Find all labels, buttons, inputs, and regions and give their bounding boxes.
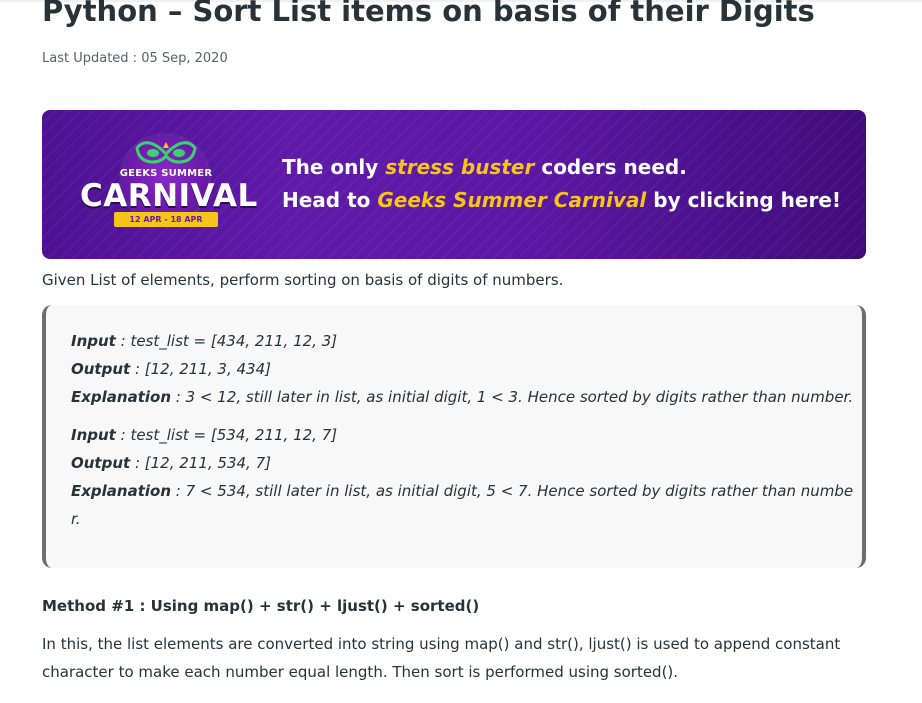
example-2-explanation: Explanation : 7 < 534, still later in li… <box>71 482 853 500</box>
output-label: Output <box>71 454 131 472</box>
explanation-label: Explanation <box>71 388 172 406</box>
intro-text: Given List of elements, perform sorting … <box>42 271 564 289</box>
banner-line-2-pre: Head to <box>282 188 378 212</box>
output-label: Output <box>71 360 131 378</box>
output-value: : [12, 211, 534, 7] <box>130 454 271 472</box>
example-block: Input : test_list = [434, 211, 12, 3] Ou… <box>42 305 866 568</box>
article-title: Python – Sort List items on basis of the… <box>42 0 815 28</box>
method-text-line-2: character to make each number equal leng… <box>42 663 679 681</box>
output-value: : [12, 211, 3, 434] <box>130 360 271 378</box>
method-heading: Method #1 : Using map() + str() + ljust(… <box>42 597 480 615</box>
input-label: Input <box>71 426 116 444</box>
example-1-input: Input : test_list = [434, 211, 12, 3] <box>71 332 337 350</box>
example-1-output: Output : [12, 211, 3, 434] <box>71 360 271 378</box>
example-2-explanation-wrap: r. <box>71 510 81 528</box>
banner-line-2: Head to Geeks Summer Carnival by clickin… <box>282 188 841 212</box>
banner-line-2-highlight: Geeks Summer Carnival <box>377 188 647 212</box>
logo-main-text: CARNIVAL <box>80 178 258 214</box>
banner-line-1-pre: The only <box>282 155 386 179</box>
input-value: : test_list = [434, 211, 12, 3] <box>115 332 338 350</box>
input-value: : test_list = [534, 211, 12, 7] <box>115 426 338 444</box>
last-updated: Last Updated : 05 Sep, 2020 <box>42 51 228 66</box>
explanation-value: : 3 < 12, still later in list, as initia… <box>171 388 854 406</box>
example-2-input: Input : test_list = [534, 211, 12, 7] <box>71 426 337 444</box>
banner-line-1: The only stress buster coders need. <box>282 155 687 179</box>
banner-line-1-post: coders need. <box>534 155 687 179</box>
input-label: Input <box>71 332 116 350</box>
explanation-value: : 7 < 534, still later in list, as initi… <box>171 482 854 500</box>
banner-line-2-post: by clicking here! <box>646 188 842 212</box>
example-1-explanation: Explanation : 3 < 12, still later in lis… <box>71 388 853 406</box>
logo-dates-ribbon: 12 APR - 18 APR <box>114 212 218 227</box>
method-text-line-1: In this, the list elements are converted… <box>42 635 841 653</box>
example-2-output: Output : [12, 211, 534, 7] <box>71 454 271 472</box>
summer-carnival-banner[interactable]: GEEKS SUMMER CARNIVAL 12 APR - 18 APR Th… <box>42 110 866 259</box>
explanation-label: Explanation <box>71 482 172 500</box>
carnival-logo: GEEKS SUMMER CARNIVAL 12 APR - 18 APR <box>80 128 258 243</box>
banner-line-1-highlight: stress buster <box>385 155 535 179</box>
